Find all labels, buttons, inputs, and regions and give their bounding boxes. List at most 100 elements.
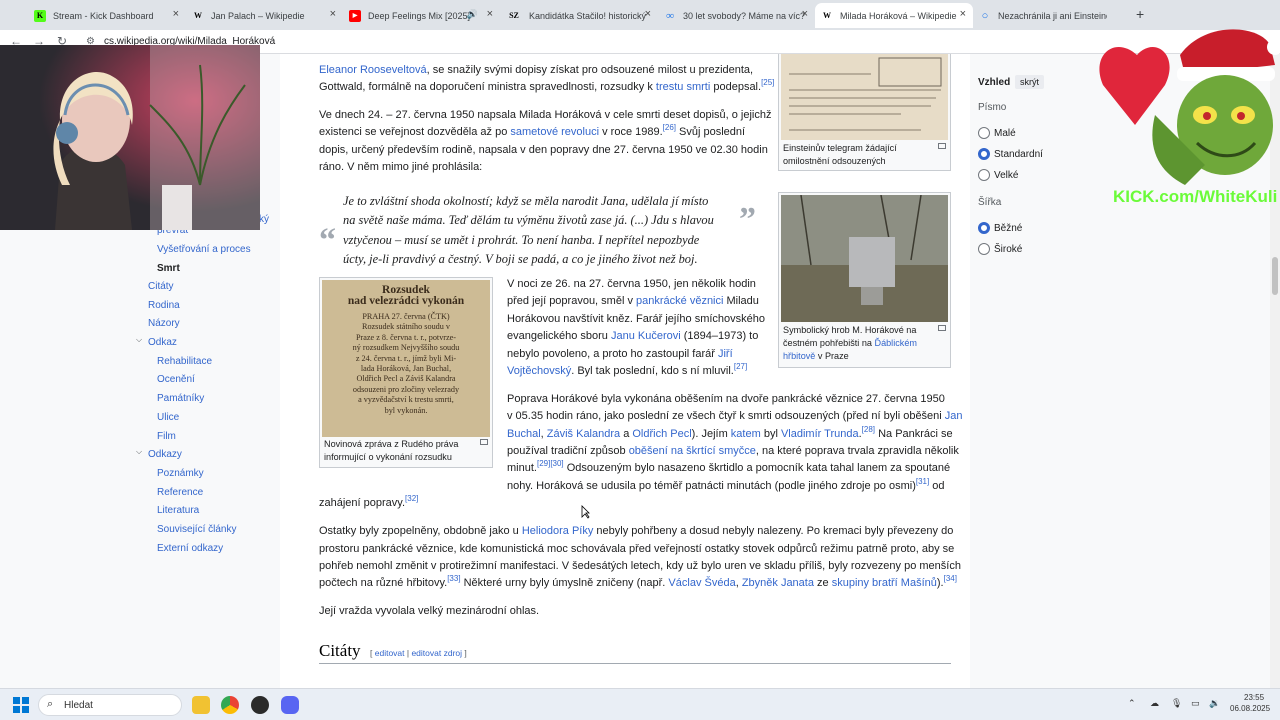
blockquote: Je to zvláštní shoda okolností; když se … bbox=[343, 192, 743, 269]
speaker-icon[interactable]: 🔊 bbox=[467, 9, 478, 20]
taskbar-search-box[interactable]: ⌕ Hledat bbox=[38, 694, 182, 716]
cloud-icon[interactable]: ☁ bbox=[1150, 698, 1159, 709]
toc-item[interactable]: Poznámky bbox=[157, 468, 204, 479]
link-vojtechovsky[interactable]: Vojtěchovský bbox=[507, 365, 571, 377]
radio-button[interactable] bbox=[978, 222, 990, 234]
microphone-icon[interactable]: 🎙 bbox=[1171, 698, 1182, 709]
link-vladimir-trunda[interactable]: Vladimír Trunda bbox=[781, 428, 859, 440]
hide-button[interactable]: skrýt bbox=[1015, 75, 1044, 89]
tab-milada-horakova[interactable]: W Milada Horáková – Wikipedie × bbox=[815, 3, 973, 28]
toc-item[interactable]: Vyšetřování a proces bbox=[157, 244, 251, 255]
edit-source-link[interactable]: editovat zdroj bbox=[411, 648, 462, 658]
enlarge-icon[interactable] bbox=[938, 143, 946, 149]
link-zbynek-janata[interactable]: Zbyněk Janata bbox=[742, 577, 814, 589]
newspaper-image[interactable]: Rozsudek nad velezrádci vykonán PRAHA 27… bbox=[322, 280, 490, 437]
reference-link[interactable]: [25] bbox=[761, 78, 774, 87]
reference-link[interactable]: [31] bbox=[916, 477, 929, 486]
radio-label[interactable]: Standardní bbox=[994, 149, 1043, 160]
link-jan[interactable]: Jan bbox=[945, 410, 963, 422]
close-tab-icon[interactable]: × bbox=[487, 8, 493, 20]
link-dablicky-hrbitov[interactable]: Ďáblickém bbox=[875, 338, 917, 348]
close-tab-icon[interactable]: × bbox=[330, 8, 336, 20]
file-explorer-icon[interactable] bbox=[192, 696, 210, 714]
link-heliodor-pika[interactable]: Heliodora Píky bbox=[522, 525, 594, 537]
show-hidden-icons-icon[interactable]: ⌃ bbox=[1128, 698, 1136, 709]
toc-item[interactable]: Ulice bbox=[157, 412, 179, 423]
reference-link[interactable]: [26] bbox=[663, 123, 676, 132]
section-heading-citaty: Citáty bbox=[319, 641, 361, 660]
toc-item[interactable]: Literatura bbox=[157, 505, 199, 516]
toc-collapse-chevron-icon[interactable]: ⌵ bbox=[136, 335, 142, 345]
discord-icon[interactable] bbox=[281, 696, 299, 714]
radio-label[interactable]: Velké bbox=[994, 170, 1018, 181]
toc-collapse-chevron-icon[interactable]: ⌵ bbox=[136, 447, 142, 457]
close-tab-icon[interactable]: × bbox=[960, 8, 966, 20]
tab-kandidatka-stacilo[interactable]: SZ Kandidátka Stačilo! historický × bbox=[500, 3, 658, 28]
link-kat[interactable]: katem bbox=[731, 428, 761, 440]
link-trest-smrti[interactable]: trestu smrti bbox=[656, 81, 710, 93]
link-oldrich-pecl[interactable]: Oldřich Pecl bbox=[632, 428, 691, 440]
link-hrbitov[interactable]: hřbitově bbox=[783, 351, 815, 361]
link-buchal[interactable]: Buchal bbox=[507, 428, 541, 440]
reference-link[interactable]: [33] bbox=[447, 574, 460, 583]
radio-label[interactable]: Široké bbox=[994, 244, 1022, 255]
toc-item[interactable]: Rehabilitace bbox=[157, 356, 212, 367]
reference-link[interactable]: [34] bbox=[944, 574, 957, 583]
toc-item[interactable]: Památníky bbox=[157, 393, 204, 404]
edit-link[interactable]: editovat bbox=[375, 648, 405, 658]
paragraph-1-line-2: Gottwald, formálně na doporučení ministr… bbox=[319, 79, 774, 96]
tab-30-let-svobody[interactable]: ∞ 30 let svobody? Máme na víc? × bbox=[658, 3, 815, 28]
telegram-image[interactable] bbox=[781, 54, 948, 140]
tab-jan-palach[interactable]: W Jan Palach – Wikipedie × bbox=[186, 3, 343, 28]
close-tab-icon[interactable]: × bbox=[645, 8, 651, 20]
grave-photo[interactable] bbox=[781, 195, 948, 322]
radio-label[interactable]: Malé bbox=[994, 128, 1016, 139]
toc-item[interactable]: Rodina bbox=[148, 300, 180, 311]
radio-button[interactable] bbox=[978, 148, 990, 160]
link-pankracka-veznice[interactable]: pankrácké věznici bbox=[636, 295, 723, 307]
toc-item[interactable]: Názory bbox=[148, 318, 180, 329]
link-jiri[interactable]: Jiří bbox=[718, 348, 733, 360]
toc-item[interactable]: Reference bbox=[157, 487, 203, 498]
enlarge-icon[interactable] bbox=[938, 325, 946, 331]
radio-label[interactable]: Běžné bbox=[994, 223, 1022, 234]
network-icon[interactable]: ▭ bbox=[1191, 698, 1200, 709]
reference-link[interactable]: [28] bbox=[862, 425, 875, 434]
clock-date[interactable]: 06.08.2025 bbox=[1230, 704, 1270, 713]
volume-icon[interactable]: 🔉 bbox=[1209, 698, 1220, 709]
link-obeseni[interactable]: oběšení na škrtící smyčce bbox=[629, 445, 756, 457]
toc-item[interactable]: Film bbox=[157, 431, 176, 442]
tab-deep-feelings-mix[interactable]: ▶ Deep Feelings Mix [2025] 🔊 × bbox=[343, 3, 500, 28]
obs-icon[interactable] bbox=[251, 696, 269, 714]
toc-item[interactable]: Odkaz bbox=[148, 337, 177, 348]
kick-favicon-icon: K bbox=[34, 9, 46, 22]
toc-item[interactable]: Ocenění bbox=[157, 374, 195, 385]
enlarge-icon[interactable] bbox=[480, 439, 488, 445]
reference-link[interactable]: [32] bbox=[405, 494, 418, 503]
toc-item[interactable]: Citáty bbox=[148, 281, 174, 292]
paragraph-4-line-2: v 05.35 hodin ráno, jako poslední ze vše… bbox=[507, 408, 963, 425]
link-zavis-kalandra[interactable]: Záviš Kalandra bbox=[547, 428, 620, 440]
tab-kick-dashboard[interactable]: K Stream - Kick Dashboard × bbox=[28, 3, 186, 28]
link-eleanor-roosevelt[interactable]: Eleanor Rooseveltová bbox=[319, 64, 427, 76]
link-vaclav-sveda[interactable]: Václav Švéda bbox=[668, 577, 735, 589]
new-tab-plus-icon[interactable]: + bbox=[1136, 6, 1144, 22]
windows-start-icon[interactable] bbox=[13, 697, 29, 713]
toc-item[interactable]: Související články bbox=[157, 524, 236, 535]
scrollbar-thumb[interactable] bbox=[1272, 257, 1278, 295]
chrome-icon[interactable] bbox=[221, 696, 239, 714]
toc-item[interactable]: Odkazy bbox=[148, 449, 182, 460]
link-sametova-revoluce[interactable]: sametové revoluci bbox=[510, 126, 599, 138]
radio-button[interactable] bbox=[978, 243, 990, 255]
link-bratri-masinove[interactable]: skupiny bratří Mašínů bbox=[832, 577, 937, 589]
link-jan-kucera[interactable]: Janu Kučerovi bbox=[611, 330, 681, 342]
close-tab-icon[interactable]: × bbox=[173, 8, 179, 20]
close-tab-icon[interactable]: × bbox=[802, 8, 808, 20]
clock-time[interactable]: 23:55 bbox=[1244, 693, 1264, 702]
radio-button[interactable] bbox=[978, 169, 990, 181]
reference-link[interactable]: [29][30] bbox=[537, 459, 564, 468]
radio-button[interactable] bbox=[978, 127, 990, 139]
toc-item[interactable]: Externí odkazy bbox=[157, 543, 223, 554]
toc-item[interactable]: Smrt bbox=[157, 263, 180, 274]
reference-link[interactable]: [27] bbox=[734, 362, 747, 371]
